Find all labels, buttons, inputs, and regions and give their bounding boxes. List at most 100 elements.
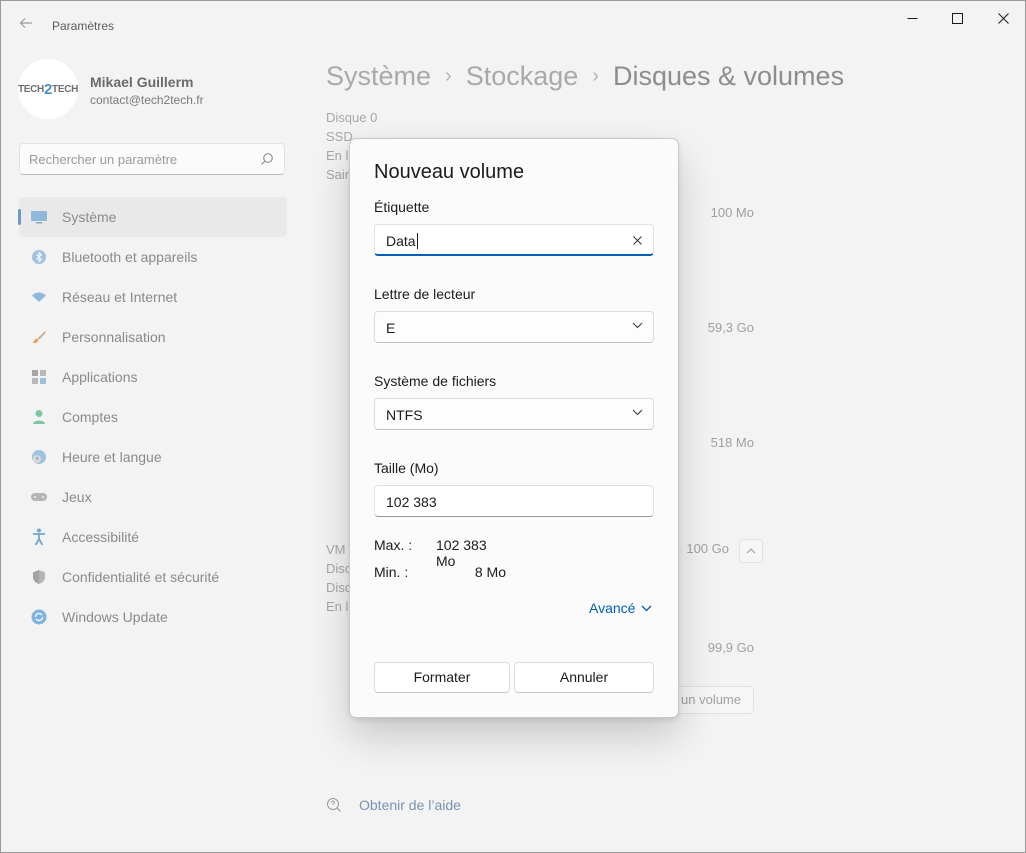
- dialog-title: Nouveau volume: [374, 161, 525, 183]
- avatar-text-mid: 2: [43, 80, 53, 98]
- advanced-label: Avancé: [589, 600, 636, 616]
- drive-letter-label: Lettre de lecteur: [374, 286, 476, 302]
- sidebar-item-heure-langue[interactable]: Heure et langue: [19, 437, 287, 477]
- search-input[interactable]: [29, 144, 249, 174]
- filesystem-label: Système de fichiers: [374, 373, 497, 389]
- sidebar-item-windows-update[interactable]: Windows Update: [19, 597, 287, 637]
- arrow-left-icon: [19, 18, 32, 28]
- sidebar-item-personnalisation[interactable]: Personnalisation: [19, 317, 287, 357]
- chevron-down-icon: [632, 322, 643, 329]
- shield-icon: [30, 568, 48, 586]
- settings-window: Paramètres TECH 2 TECH Mikael Guillerm con…: [0, 0, 1026, 853]
- sidebar-item-label: Windows Update: [62, 609, 168, 625]
- maximize-button[interactable]: [934, 1, 980, 35]
- chevron-up-icon: [746, 548, 756, 554]
- sidebar-item-label: Jeux: [62, 489, 92, 505]
- sidebar-item-bluetooth[interactable]: Bluetooth et appareils: [19, 237, 287, 277]
- sidebar-item-label: Personnalisation: [62, 329, 166, 345]
- volume-label-value: Data: [386, 233, 418, 249]
- search-box: [19, 143, 285, 175]
- close-icon: [632, 235, 642, 245]
- sidebar-item-label: Heure et langue: [62, 449, 162, 465]
- volume-size: 100 Mo: [710, 205, 754, 220]
- avatar[interactable]: TECH 2 TECH: [18, 59, 78, 119]
- apps-icon: [30, 368, 48, 386]
- maximize-icon: [951, 12, 963, 24]
- sidebar-item-label: Système: [62, 209, 117, 225]
- help-icon: [327, 798, 341, 812]
- sidebar-item-confidentialite[interactable]: Confidentialité et sécurité: [19, 557, 287, 597]
- sidebar-item-label: Réseau et Internet: [62, 289, 178, 305]
- new-volume-dialog: Nouveau volume Étiquette Data Lettre de …: [349, 138, 679, 718]
- sidebar-item-systeme[interactable]: Système: [18, 197, 287, 237]
- min-size-value: 8 Mo: [474, 564, 506, 580]
- update-icon: [30, 608, 48, 626]
- person-icon: [30, 408, 48, 426]
- drive-letter-select[interactable]: E: [374, 311, 654, 343]
- bluetooth-icon: [30, 248, 48, 266]
- size-label: Taille (Mo): [374, 460, 439, 476]
- app-title: Paramètres: [52, 19, 115, 33]
- text-caret: [416, 233, 418, 249]
- back-button[interactable]: [13, 13, 39, 39]
- min-size-label: Min. :: [374, 564, 409, 580]
- disk-title: Disque 0: [326, 110, 378, 125]
- sidebar-item-applications[interactable]: Applications: [19, 357, 287, 397]
- volume-label-input[interactable]: Data: [374, 224, 654, 256]
- label-field-label: Étiquette: [374, 199, 430, 215]
- input-text: Data: [386, 233, 416, 249]
- avatar-text: TECH: [17, 83, 44, 95]
- chevron-right-icon: ›: [592, 65, 599, 87]
- profile-name: Mikael Guillerm: [90, 74, 194, 90]
- search-icon[interactable]: [260, 152, 274, 166]
- brush-icon: [30, 328, 48, 346]
- chevron-down-icon: [632, 409, 643, 416]
- disk-type: Disc: [326, 561, 352, 576]
- disk-type: Disc: [326, 580, 352, 595]
- monitor-icon: [30, 208, 48, 226]
- sidebar-item-label: Applications: [62, 369, 138, 385]
- sidebar-item-label: Accessibilité: [62, 529, 140, 545]
- close-button[interactable]: [980, 1, 1025, 35]
- sidebar-item-label: Comptes: [62, 409, 119, 425]
- sidebar-item-label: Confidentialité et sécurité: [62, 569, 220, 585]
- sidebar-nav: Système Bluetooth et appareils Réseau et…: [18, 197, 287, 637]
- drive-letter-value: E: [386, 320, 396, 336]
- minimize-button[interactable]: [889, 1, 935, 35]
- disk-title: VM: [326, 542, 346, 557]
- minimize-icon: [907, 17, 917, 19]
- filesystem-value: NTFS: [386, 407, 423, 423]
- sidebar-item-accessibilite[interactable]: Accessibilité: [19, 517, 287, 557]
- sidebar-item-jeux[interactable]: Jeux: [19, 477, 287, 517]
- gamepad-icon: [30, 488, 48, 506]
- advanced-toggle[interactable]: Avancé: [589, 600, 652, 616]
- page-title: Disques & volumes: [612, 61, 845, 91]
- max-size-label: Max. :: [374, 537, 413, 553]
- help-link[interactable]: Obtenir de l’aide: [326, 797, 461, 813]
- format-button[interactable]: Formater: [374, 662, 510, 693]
- size-value: 102 383: [386, 494, 437, 510]
- breadcrumb: Système › Stockage › Disques & volumes: [326, 61, 844, 92]
- close-icon: [997, 12, 1009, 24]
- disk-1-info: VM Disc Disc En l: [326, 540, 351, 616]
- chevron-right-icon: ›: [445, 65, 452, 87]
- avatar-text-right: TECH: [52, 83, 79, 95]
- profile-email: contact@tech2tech.fr: [90, 93, 204, 107]
- filesystem-select[interactable]: NTFS: [374, 398, 654, 430]
- help-label: Obtenir de l’aide: [359, 797, 461, 813]
- breadcrumb-item[interactable]: Système: [326, 61, 431, 91]
- volume-size: 518 Mo: [710, 435, 754, 450]
- sidebar-item-label: Bluetooth et appareils: [62, 249, 198, 265]
- size-input[interactable]: 102 383: [374, 485, 654, 517]
- clock-globe-icon: [30, 448, 48, 466]
- sidebar-item-reseau[interactable]: Réseau et Internet: [19, 277, 287, 317]
- chevron-down-icon: [641, 605, 652, 611]
- title-bar: Paramètres: [1, 1, 1025, 49]
- accessibility-icon: [30, 528, 48, 546]
- breadcrumb-item[interactable]: Stockage: [466, 61, 579, 91]
- cancel-button[interactable]: Annuler: [514, 662, 654, 693]
- collapse-button[interactable]: [739, 539, 763, 563]
- wifi-icon: [30, 288, 48, 306]
- sidebar-item-comptes[interactable]: Comptes: [19, 397, 287, 437]
- clear-input-button[interactable]: [629, 232, 645, 248]
